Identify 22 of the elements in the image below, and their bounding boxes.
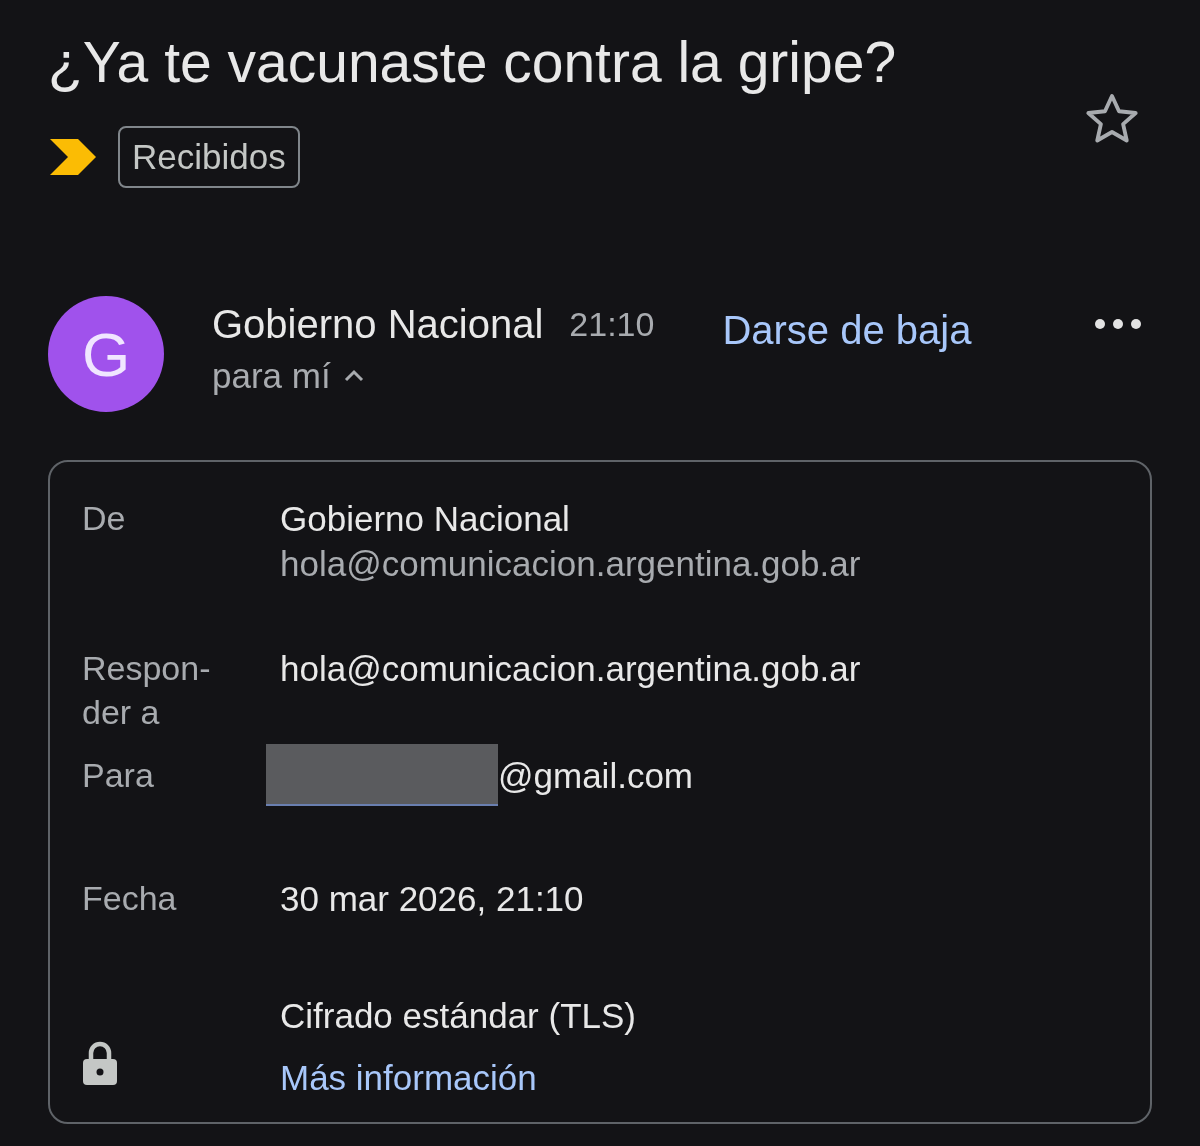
detail-value: Gobierno Nacional bbox=[280, 498, 571, 540]
detail-value: Cifrado estándar (TLS) bbox=[280, 995, 637, 1037]
detail-value: hola@comunicacion.argentina.gob.ar bbox=[280, 543, 862, 585]
email-subject: ¿Ya te vacunaste contra la gripe? bbox=[48, 29, 898, 96]
recipients-toggle[interactable]: para mí bbox=[212, 356, 365, 396]
email-time: 21:10 bbox=[569, 304, 655, 344]
more-info-link[interactable]: Más información bbox=[280, 1055, 1118, 1100]
avatar: G bbox=[48, 296, 164, 412]
unsubscribe-link[interactable]: Darse de baja bbox=[722, 307, 972, 353]
detail-label: De bbox=[82, 498, 127, 539]
caret-icon bbox=[342, 369, 365, 383]
detail-label: Respon-der a bbox=[82, 648, 212, 733]
more-icon[interactable] bbox=[1094, 318, 1142, 330]
importance-marker-icon bbox=[48, 137, 98, 177]
label-chip[interactable]: Recibidos bbox=[118, 126, 300, 188]
sender-name: Gobierno Nacional bbox=[212, 301, 544, 347]
detail-value: 30 mar 2026, 21:10 bbox=[280, 878, 585, 920]
detail-label: Para bbox=[82, 755, 155, 796]
detail-value: @gmail.com bbox=[498, 754, 693, 797]
lock-icon bbox=[82, 1040, 118, 1086]
detail-label: Fecha bbox=[82, 878, 178, 919]
detail-value: hola@comunicacion.argentina.gob.ar bbox=[280, 648, 862, 690]
